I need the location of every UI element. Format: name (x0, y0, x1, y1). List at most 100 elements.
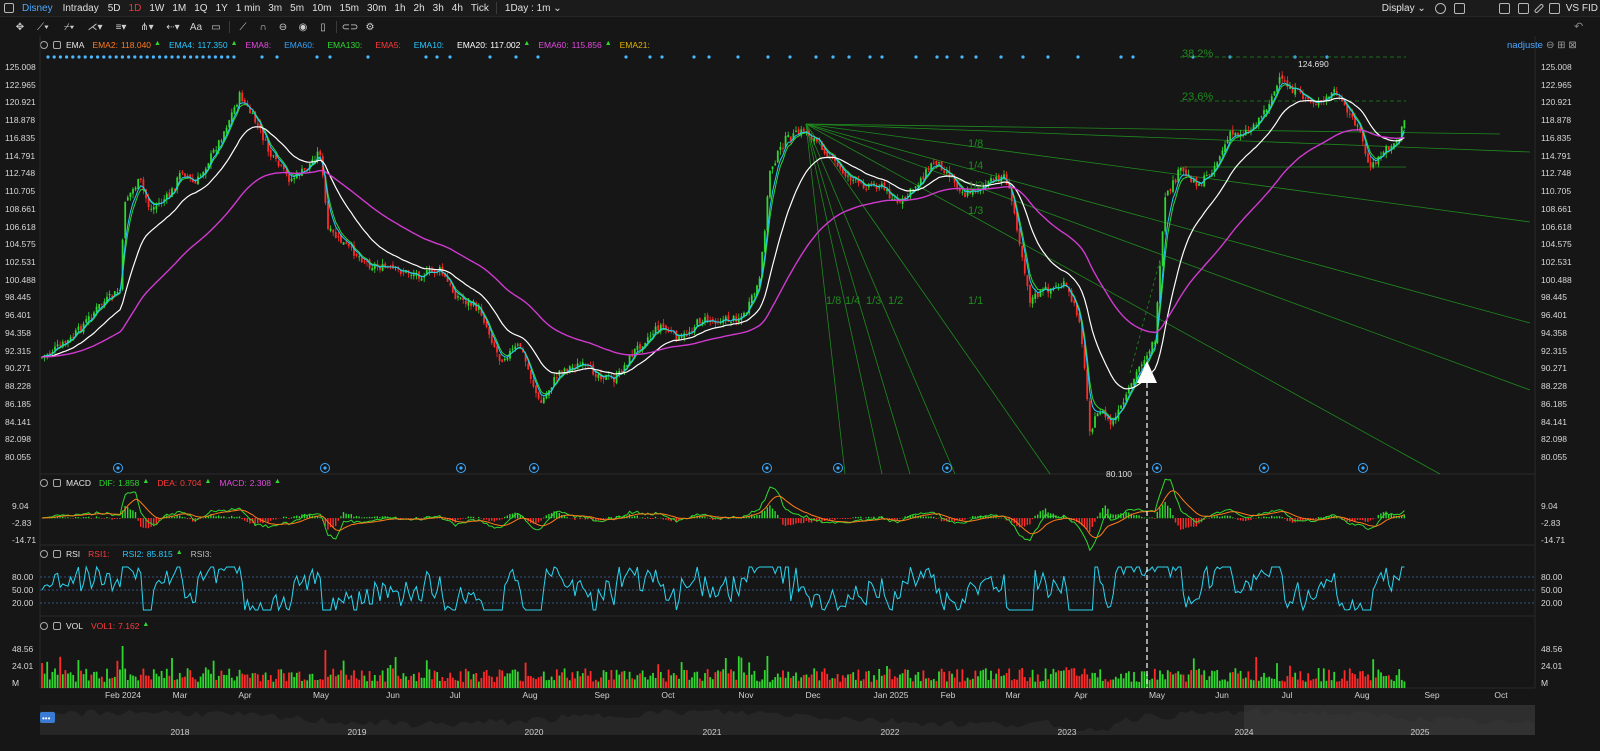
year-label-1: 2019 (347, 727, 367, 737)
crosshair-marker (1137, 361, 1157, 688)
macd-hist-bar (345, 513, 347, 519)
candle-body (1260, 116, 1263, 118)
macd-hist-bar (264, 518, 267, 521)
macd-hist-bar (134, 512, 137, 519)
volume-bar (813, 668, 816, 688)
volume-bar (753, 670, 756, 688)
candle-body (938, 162, 940, 164)
rsi-key-2: RSI3: (190, 549, 212, 559)
volume-bar (1283, 681, 1286, 688)
volume-bar (930, 680, 933, 688)
candle-body (852, 179, 855, 181)
candle-body (1221, 150, 1224, 155)
volume-bar (540, 676, 543, 688)
macd-indicator-name[interactable]: MACD (66, 478, 91, 488)
volume-bar (475, 673, 478, 688)
volume-bar (207, 669, 210, 688)
volume-bar (1231, 672, 1234, 688)
macd-hist-bar (774, 511, 776, 519)
volume-bar (251, 673, 254, 688)
volume-bar (103, 681, 106, 688)
volume-bar (750, 674, 753, 688)
vol-visibility-icon[interactable] (53, 622, 61, 630)
volume-bar (935, 681, 938, 688)
volume-bar (379, 675, 381, 688)
macd-hist-bar (467, 516, 469, 519)
volume-bar (862, 679, 865, 688)
candle-body (649, 335, 652, 337)
volume-bar (509, 673, 511, 688)
rsi-visibility-icon[interactable] (53, 550, 61, 558)
volume-bar (56, 674, 59, 688)
volume-bar (1320, 681, 1323, 688)
rsi-settings-gear-icon[interactable] (40, 550, 48, 558)
macd-hist-bar (101, 518, 103, 519)
volume-bar (878, 668, 881, 688)
volume-bar (558, 675, 561, 688)
macd-hist-bar (488, 518, 490, 522)
rsi-indicator-name[interactable]: RSI (66, 549, 80, 559)
up-arrow-icon: ▲ (142, 621, 150, 628)
candle-body (535, 385, 537, 394)
macd-visibility-icon[interactable] (53, 479, 61, 487)
macd-hist-bar (189, 518, 191, 520)
volume-bar (940, 668, 943, 688)
macd-hist-bar (129, 509, 131, 519)
volume-bar (727, 673, 730, 688)
volume-bar (659, 671, 662, 688)
event-dot (182, 55, 186, 59)
event-dot (220, 55, 224, 59)
macd-hist-bar (290, 517, 293, 519)
macd-axis-label-right: -2.83 (1541, 518, 1561, 528)
vol-key-0: VOL1: (91, 621, 116, 631)
volume-bar (787, 671, 790, 688)
volume-bar (311, 673, 314, 688)
volume-bar (384, 681, 387, 688)
candle-body (774, 163, 777, 166)
macd-settings-gear-icon[interactable] (40, 479, 48, 487)
vol-indicator-name[interactable]: VOL (66, 621, 83, 631)
volume-bar (1361, 670, 1364, 688)
candle-body (652, 333, 654, 335)
volume-bar (1174, 673, 1177, 688)
macd-hist-bar (779, 518, 781, 519)
volume-bar (1205, 680, 1208, 688)
event-dot (52, 55, 56, 59)
navigator[interactable]: ••• (40, 705, 1535, 735)
macd-hist-bar (1364, 518, 1366, 522)
candle-body (225, 127, 228, 133)
volume-bar (1047, 679, 1050, 688)
volume-bar (1135, 681, 1138, 688)
earnings-marker-dot (116, 466, 120, 470)
candle-body (498, 354, 501, 361)
volume-bar (472, 674, 475, 688)
macd-hist-bar (376, 516, 378, 519)
volume-bar (574, 678, 576, 688)
volume-bar (366, 681, 368, 688)
volume-bar (506, 673, 509, 688)
volume-bar (467, 671, 470, 688)
vol-axis-label-right: 48.56 (1541, 644, 1563, 654)
volume-bar (818, 680, 821, 688)
macd-hist-bar (223, 516, 225, 519)
volume-bar (1224, 679, 1226, 688)
event-dot (77, 55, 81, 59)
candle-body (1122, 402, 1125, 405)
vol-axis-label-left: 24.01 (12, 661, 34, 671)
macd-hist-bar (1185, 518, 1187, 528)
earnings-marker-dot (765, 466, 769, 470)
vol-settings-gear-icon[interactable] (40, 622, 48, 630)
volume-bar (184, 676, 186, 688)
volume-bar (324, 650, 327, 688)
volume-bar (766, 656, 769, 688)
chart-canvas[interactable]: ••• (0, 0, 1600, 751)
candle-body (1023, 258, 1026, 274)
volume-bar (568, 680, 571, 688)
macd-hist-bar (1320, 517, 1322, 519)
event-dot (707, 55, 711, 59)
volume-bar (389, 664, 392, 688)
candle-body (199, 175, 202, 177)
candle-body (467, 301, 470, 306)
volume-bar (865, 671, 868, 688)
volume-bar (373, 674, 376, 688)
